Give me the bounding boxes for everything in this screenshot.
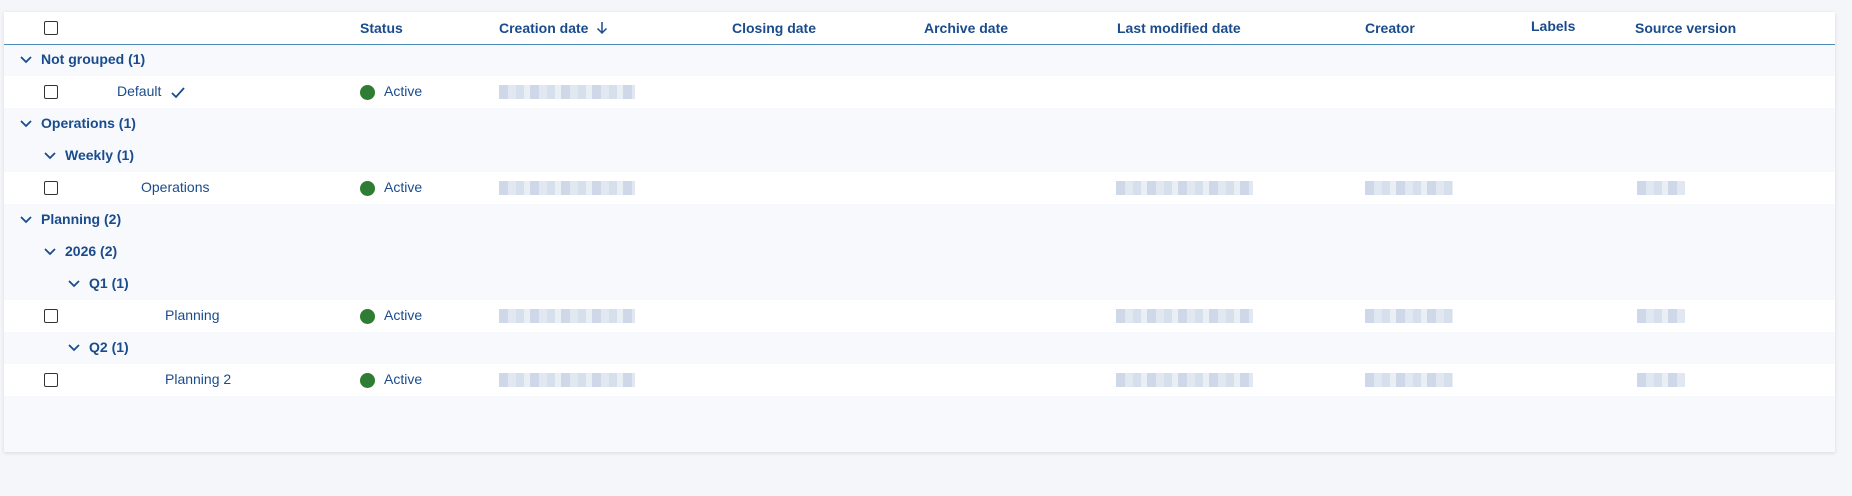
select-all-checkbox[interactable] — [44, 21, 58, 35]
scenario-name[interactable]: Default — [117, 83, 161, 99]
scenario-name[interactable]: Planning — [165, 307, 220, 323]
creation-date-redacted — [499, 85, 635, 99]
scenario-name[interactable]: Planning 2 — [165, 371, 231, 387]
chevron-down-icon[interactable] — [19, 53, 33, 67]
group-row-weekly[interactable]: Weekly (1) — [4, 140, 1835, 172]
group-row-planning[interactable]: Planning (2) — [4, 204, 1835, 236]
status-active-icon — [360, 373, 375, 388]
column-creation-date-label: Creation date — [499, 20, 589, 36]
row-checkbox[interactable] — [44, 309, 58, 323]
chevron-down-icon[interactable] — [67, 277, 81, 291]
creator-redacted — [1365, 373, 1453, 387]
checkmark-icon — [171, 87, 185, 99]
row-checkbox[interactable] — [44, 181, 58, 195]
group-row-2026[interactable]: 2026 (2) — [4, 236, 1835, 268]
status-active-icon — [360, 309, 375, 324]
status-active-icon — [360, 85, 375, 100]
status-active-icon — [360, 181, 375, 196]
column-status[interactable]: Status — [360, 20, 403, 36]
group-label: Weekly (1) — [65, 147, 134, 163]
chevron-down-icon[interactable] — [67, 341, 81, 355]
column-source-version[interactable]: Source version — [1635, 20, 1736, 36]
creator-redacted — [1365, 309, 1453, 323]
arrow-down-icon — [597, 22, 608, 35]
scenario-name[interactable]: Operations — [141, 179, 209, 195]
chevron-down-icon[interactable] — [43, 245, 57, 259]
column-archive-date[interactable]: Archive date — [924, 20, 1008, 36]
last-modified-date-redacted — [1116, 373, 1253, 387]
status-text: Active — [384, 179, 423, 195]
group-label: Q1 (1) — [89, 275, 129, 291]
creation-date-redacted — [499, 181, 635, 195]
table-row[interactable]: Planning Active — [4, 300, 1835, 332]
table-row[interactable]: Operations Active — [4, 172, 1835, 204]
status-text: Active — [384, 83, 423, 99]
source-version-redacted — [1637, 309, 1685, 323]
chevron-down-icon[interactable] — [43, 149, 57, 163]
source-version-redacted — [1637, 373, 1685, 387]
group-row-q2[interactable]: Q2 (1) — [4, 332, 1835, 364]
row-checkbox[interactable] — [44, 85, 58, 99]
column-labels[interactable]: Labels — [1531, 18, 1575, 34]
group-row-not-grouped[interactable]: Not grouped (1) — [4, 44, 1835, 76]
table-row[interactable]: Default Active — [4, 76, 1835, 108]
group-row-q1[interactable]: Q1 (1) — [4, 268, 1835, 300]
table-header: Status Creation date Closing date Archiv… — [4, 12, 1835, 45]
scenario-table: Status Creation date Closing date Archiv… — [4, 12, 1835, 452]
group-label: Not grouped (1) — [41, 51, 146, 67]
group-row-operations[interactable]: Operations (1) — [4, 108, 1835, 140]
last-modified-date-redacted — [1116, 181, 1253, 195]
creator-redacted — [1365, 181, 1453, 195]
status-text: Active — [384, 307, 423, 323]
row-checkbox[interactable] — [44, 373, 58, 387]
last-modified-date-redacted — [1116, 309, 1253, 323]
creation-date-redacted — [499, 309, 635, 323]
source-version-redacted — [1637, 181, 1685, 195]
group-label: Operations (1) — [41, 115, 136, 131]
creation-date-redacted — [499, 373, 635, 387]
column-closing-date[interactable]: Closing date — [732, 20, 816, 36]
column-creation-date[interactable]: Creation date — [499, 20, 608, 36]
group-label: 2026 (2) — [65, 243, 118, 259]
chevron-down-icon[interactable] — [19, 213, 33, 227]
table-row[interactable]: Planning 2 Active — [4, 364, 1835, 396]
column-creator[interactable]: Creator — [1365, 20, 1415, 36]
column-last-modified-date[interactable]: Last modified date — [1117, 20, 1241, 36]
group-label: Planning (2) — [41, 211, 122, 227]
chevron-down-icon[interactable] — [19, 117, 33, 131]
status-text: Active — [384, 371, 423, 387]
group-label: Q2 (1) — [89, 339, 129, 355]
